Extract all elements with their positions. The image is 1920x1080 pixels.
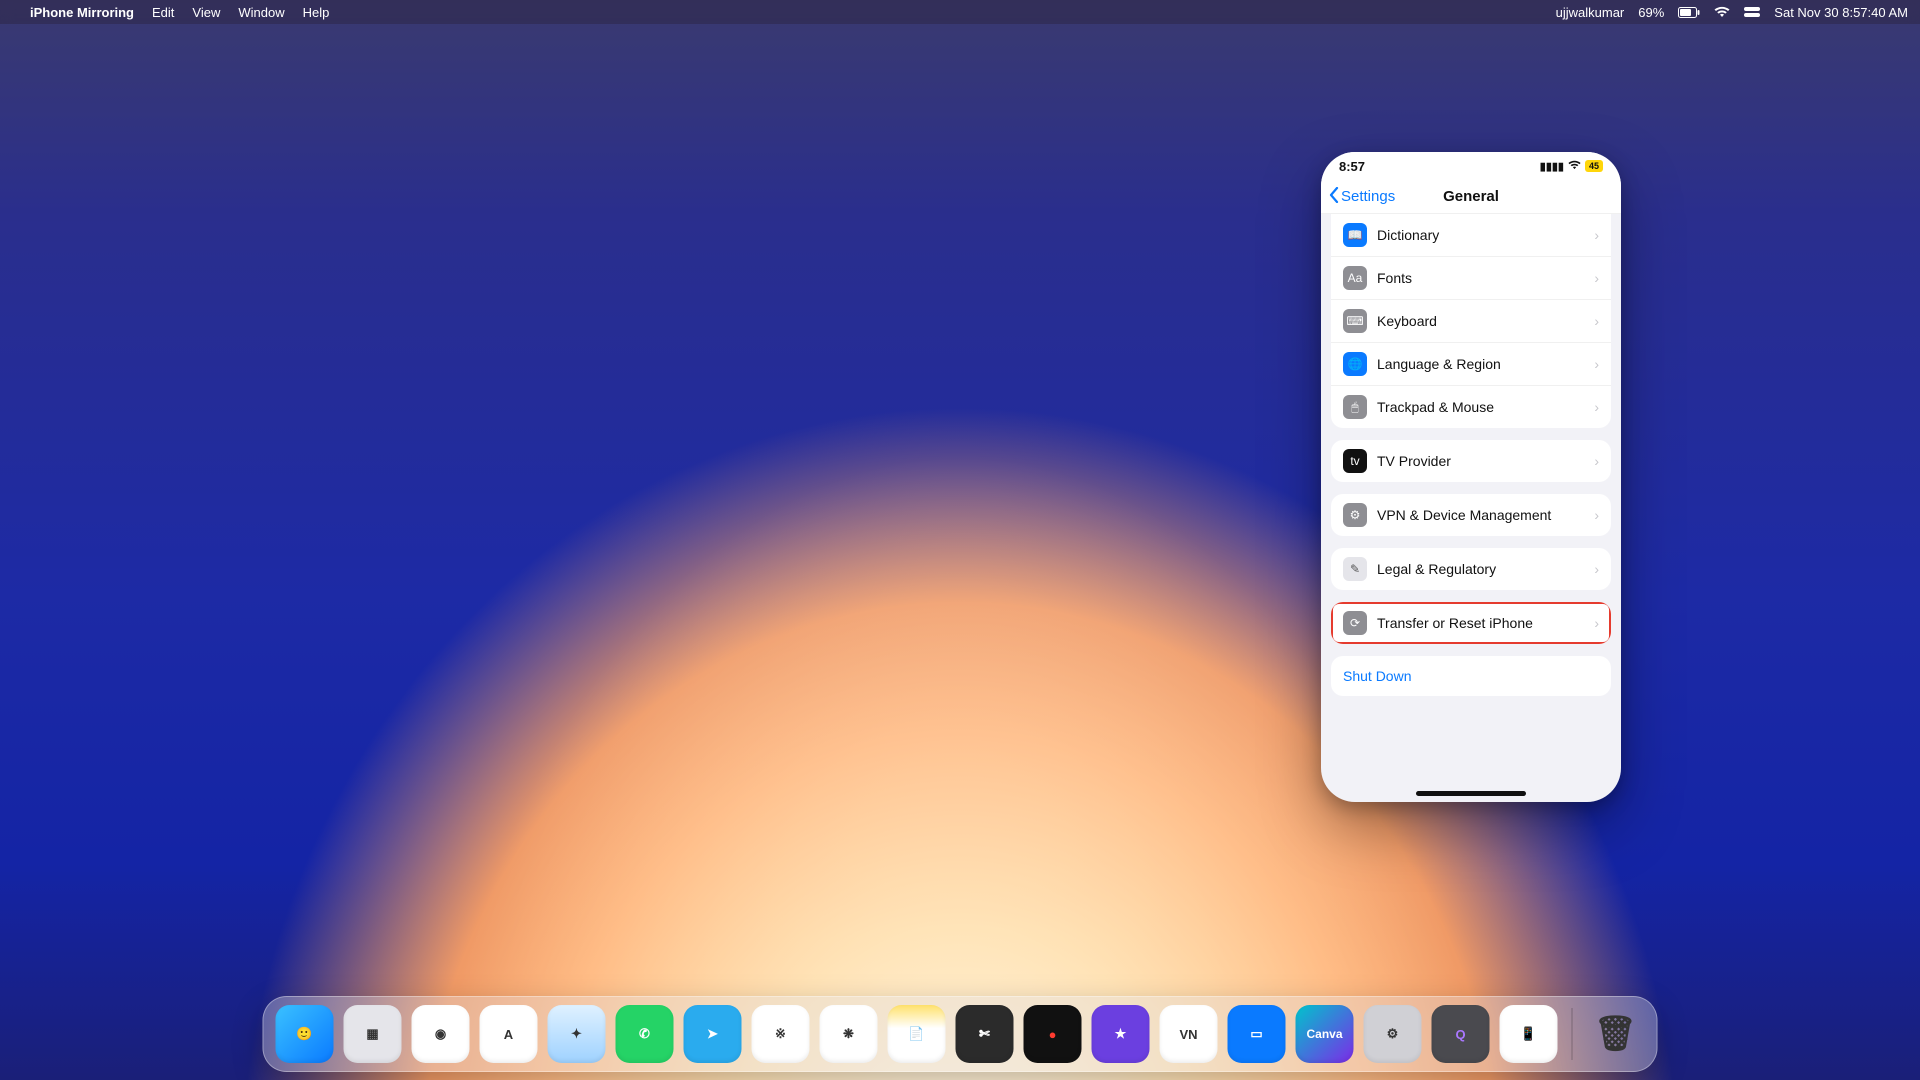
settings-row-label: Keyboard [1377,313,1584,329]
settings-row-shut-down[interactable]: Shut Down [1331,656,1611,696]
settings-group: tv TV Provider › [1331,440,1611,482]
dock-item-telegram[interactable]: ➤ [684,1005,742,1063]
page-title: General [1443,188,1499,205]
chevron-left-icon [1329,187,1339,207]
settings-row-legal-regulatory[interactable]: ✎ Legal & Regulatory › [1331,548,1611,590]
fonts-icon: Aa [1343,266,1367,290]
settings-row-tv-provider[interactable]: tv TV Provider › [1331,440,1611,482]
iphone-nav-bar: Settings General [1321,180,1621,214]
tv-provider-icon: tv [1343,449,1367,473]
language-region-icon: 🌐 [1343,352,1367,376]
control-center-icon[interactable] [1744,7,1760,17]
settings-row-dictionary[interactable]: 📖 Dictionary › [1331,214,1611,256]
iphone-battery-badge: 45 [1585,160,1603,172]
dock-item-chrome[interactable]: ◉ [412,1005,470,1063]
settings-group: ✎ Legal & Regulatory › [1331,548,1611,590]
battery-icon [1678,7,1700,18]
wifi-icon [1568,160,1581,173]
dock: 🙂▦◉A✦✆➤※❋📄✄●★VN▭Canva⚙︎Q📱 🗑 [263,996,1658,1072]
menubar-user[interactable]: ujjwalkumar [1556,5,1625,20]
dock-separator [1572,1008,1573,1060]
settings-row-label: Transfer or Reset iPhone [1377,615,1584,631]
chevron-right-icon: › [1594,227,1599,243]
back-label: Settings [1341,188,1395,205]
settings-row-label: VPN & Device Management [1377,507,1584,523]
settings-row-label: Language & Region [1377,356,1584,372]
keyboard-icon: ⌨︎ [1343,309,1367,333]
settings-row-label: Trackpad & Mouse [1377,399,1584,415]
settings-row-label: TV Provider [1377,453,1584,469]
dock-item-iphone-mirroring[interactable]: 📱 [1500,1005,1558,1063]
chevron-right-icon: › [1594,507,1599,523]
menubar-item-help[interactable]: Help [303,5,330,20]
settings-row-language-region[interactable]: 🌐 Language & Region › [1331,342,1611,385]
settings-row-fonts[interactable]: Aa Fonts › [1331,256,1611,299]
menubar-item-edit[interactable]: Edit [152,5,174,20]
menubar-datetime[interactable]: Sat Nov 30 8:57:40 AM [1774,5,1908,20]
settings-row-transfer-reset[interactable]: ⟳ Transfer or Reset iPhone › [1331,602,1611,644]
dock-item-system-settings[interactable]: ⚙︎ [1364,1005,1422,1063]
wifi-icon[interactable] [1714,6,1730,18]
dictionary-icon: 📖 [1343,223,1367,247]
dock-item-imovie[interactable]: ★ [1092,1005,1150,1063]
dock-item-fcpx[interactable]: ✄ [956,1005,1014,1063]
settings-row-vpn-device-mgmt[interactable]: ⚙︎ VPN & Device Management › [1331,494,1611,536]
settings-group: ⚙︎ VPN & Device Management › [1331,494,1611,536]
menubar-app-name[interactable]: iPhone Mirroring [30,5,134,20]
back-button[interactable]: Settings [1329,187,1395,207]
cellular-icon: ▮▮▮▮ [1540,160,1564,173]
legal-regulatory-icon: ✎ [1343,557,1367,581]
dock-item-finder[interactable]: 🙂 [276,1005,334,1063]
settings-row-label: Dictionary [1377,227,1584,243]
dock-item-vn[interactable]: VN [1160,1005,1218,1063]
menubar: iPhone Mirroring Edit View Window Help u… [0,0,1920,24]
settings-row-label: Legal & Regulatory [1377,561,1584,577]
menubar-battery-percent[interactable]: 69% [1638,5,1664,20]
settings-row-label: Shut Down [1343,668,1599,684]
settings-group: ⟳ Transfer or Reset iPhone › [1331,602,1611,644]
settings-group: 📖 Dictionary › Aa Fonts › ⌨︎ Keyboard › 🌐 Language… [1331,214,1611,428]
dock-item-chatgpt[interactable]: ❋ [820,1005,878,1063]
dock-item-launchpad[interactable]: ▦ [344,1005,402,1063]
dock-item-notes[interactable]: 📄 [888,1005,946,1063]
iphone-time: 8:57 [1339,159,1365,174]
desktop: iPhone Mirroring Edit View Window Help u… [0,0,1920,1080]
chevron-right-icon: › [1594,561,1599,577]
dock-item-canva[interactable]: Canva [1296,1005,1354,1063]
settings-list[interactable]: 📖 Dictionary › Aa Fonts › ⌨︎ Keyboard › 🌐 Language… [1321,214,1621,784]
dock-item-arc[interactable]: A [480,1005,538,1063]
transfer-reset-icon: ⟳ [1343,611,1367,635]
dock-item-slack[interactable]: ※ [752,1005,810,1063]
settings-group: Shut Down [1331,656,1611,696]
iphone-home-indicator[interactable] [1321,784,1621,802]
settings-row-label: Fonts [1377,270,1584,286]
iphone-status-bar: 8:57 ▮▮▮▮ 45 [1321,152,1621,180]
chevron-right-icon: › [1594,615,1599,631]
dock-item-trash[interactable]: 🗑 [1587,1005,1645,1063]
dock-item-keynote[interactable]: ▭ [1228,1005,1286,1063]
chevron-right-icon: › [1594,453,1599,469]
settings-row-trackpad-mouse[interactable]: 🖱 Trackpad & Mouse › [1331,385,1611,428]
dock-item-quicktime[interactable]: Q [1432,1005,1490,1063]
dock-item-whatsapp[interactable]: ✆ [616,1005,674,1063]
vpn-device-mgmt-icon: ⚙︎ [1343,503,1367,527]
dock-item-safari[interactable]: ✦ [548,1005,606,1063]
trackpad-mouse-icon: 🖱 [1343,395,1367,419]
chevron-right-icon: › [1594,313,1599,329]
dock-item-voice-memos[interactable]: ● [1024,1005,1082,1063]
iphone-mirror-window: 8:57 ▮▮▮▮ 45 Settings General 📖 Dictionar… [1321,152,1621,802]
chevron-right-icon: › [1594,356,1599,372]
chevron-right-icon: › [1594,399,1599,415]
menubar-item-window[interactable]: Window [238,5,284,20]
chevron-right-icon: › [1594,270,1599,286]
settings-row-keyboard[interactable]: ⌨︎ Keyboard › [1331,299,1611,342]
menubar-item-view[interactable]: View [192,5,220,20]
